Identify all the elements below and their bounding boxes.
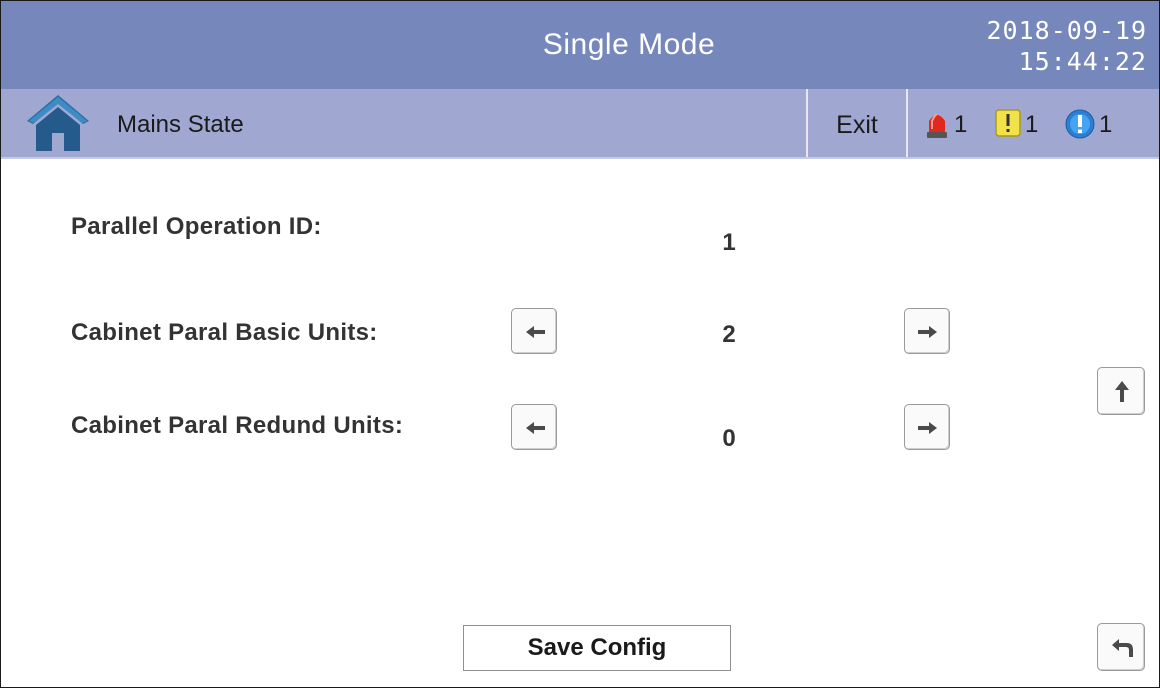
redund-units-label: Cabinet Paral Redund Units: xyxy=(71,412,404,439)
arrow-right-icon xyxy=(918,326,937,338)
basic-units-increase-button[interactable] xyxy=(904,308,950,354)
page-title: Mains State xyxy=(117,111,244,138)
alarm-count: 1 xyxy=(954,111,968,138)
save-config-button[interactable]: Save Config xyxy=(463,625,731,671)
time-display: 15:44:22 xyxy=(1018,47,1147,76)
home-icon[interactable] xyxy=(25,93,91,153)
date-display: 2018-09-19 xyxy=(986,16,1147,45)
redund-units-increase-button[interactable] xyxy=(904,404,950,450)
sub-bar: Mains State Exit 1 1 1 xyxy=(1,89,1159,159)
arrow-right-icon xyxy=(918,422,937,434)
arrow-left-icon xyxy=(526,422,545,434)
red-beacon-icon xyxy=(927,113,947,138)
arrow-left-icon xyxy=(526,326,545,338)
page-up-button[interactable] xyxy=(1097,367,1145,415)
parallel-id-label: Parallel Operation ID: xyxy=(71,213,322,240)
title-bar: Single Mode 2018-09-19 15:44:22 xyxy=(1,1,1159,89)
divider xyxy=(806,89,808,157)
basic-units-value: 2 xyxy=(722,321,736,348)
parallel-id-value: 1 xyxy=(722,229,736,256)
arrow-up-icon xyxy=(1115,381,1129,402)
yellow-warning-icon xyxy=(995,109,1021,137)
info-count: 1 xyxy=(1099,111,1113,138)
blue-info-icon xyxy=(1065,109,1095,139)
warning-count: 1 xyxy=(1025,111,1039,138)
redund-units-value: 0 xyxy=(722,425,736,452)
redund-units-decrease-button[interactable] xyxy=(511,404,557,450)
screen: Single Mode 2018-09-19 15:44:22 Mains St… xyxy=(0,0,1160,688)
datetime: 2018-09-19 15:44:22 xyxy=(986,15,1147,77)
back-button[interactable] xyxy=(1097,623,1145,671)
divider xyxy=(906,89,908,157)
basic-units-label: Cabinet Paral Basic Units: xyxy=(71,319,378,346)
basic-units-decrease-button[interactable] xyxy=(511,308,557,354)
exit-button[interactable]: Exit xyxy=(809,89,905,157)
return-arrow-icon xyxy=(1112,639,1133,657)
